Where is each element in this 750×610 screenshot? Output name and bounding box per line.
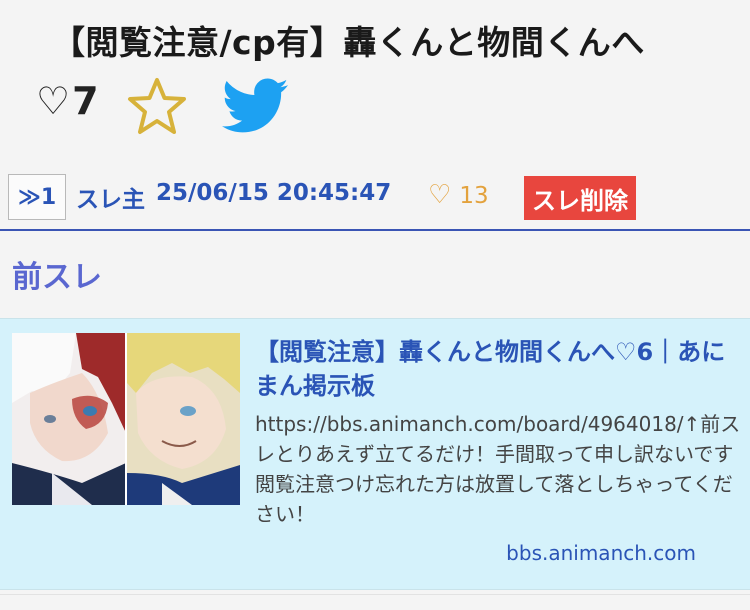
favorite-count: 7 (72, 79, 99, 123)
favorite-counter[interactable]: ♡ 7 (36, 78, 99, 124)
heart-outline-icon: ♡ (428, 180, 452, 210)
link-preview-domain: bbs.animanch.com (506, 541, 696, 565)
post-owner-label: スレ主 (76, 187, 145, 213)
delete-thread-button[interactable]: スレ削除 (524, 176, 636, 220)
post-anchor-button[interactable]: ≫1 (8, 174, 66, 220)
post-like-count: 13 (459, 183, 489, 209)
previous-thread-heading: 前スレ (12, 260, 102, 295)
anime-characters-image (12, 333, 240, 505)
thread-title: 【閲覧注意/cp有】轟くんと物間くんへ (52, 23, 645, 62)
heart-outline-icon: ♡ (36, 79, 71, 123)
link-preview-card[interactable]: 【閲覧注意】轟くんと物間くんへ♡6｜あにまん掲示板 https://bbs.an… (0, 318, 750, 590)
post-divider (0, 594, 750, 595)
link-preview-title[interactable]: 【閲覧注意】轟くんと物間くんへ♡6｜あにまん掲示板 (255, 335, 743, 403)
link-preview-thumbnail (12, 333, 240, 505)
section-divider (0, 229, 750, 231)
thread-page: 【閲覧注意/cp有】轟くんと物間くんへ ♡ 7 ≫1 スレ主 25/06/15 … (0, 0, 750, 610)
star-outline-icon[interactable] (124, 76, 190, 136)
post-datetime: 25/06/15 20:45:47 (156, 180, 392, 206)
post-like-button[interactable]: ♡ 13 (428, 180, 489, 210)
post-meta-bar: ≫1 スレ主 25/06/15 20:45:47 ♡ 13 スレ削除 (8, 174, 742, 222)
twitter-bird-icon[interactable] (222, 78, 288, 134)
link-preview-description: https://bbs.animanch.com/board/4964018/↑… (255, 412, 741, 526)
